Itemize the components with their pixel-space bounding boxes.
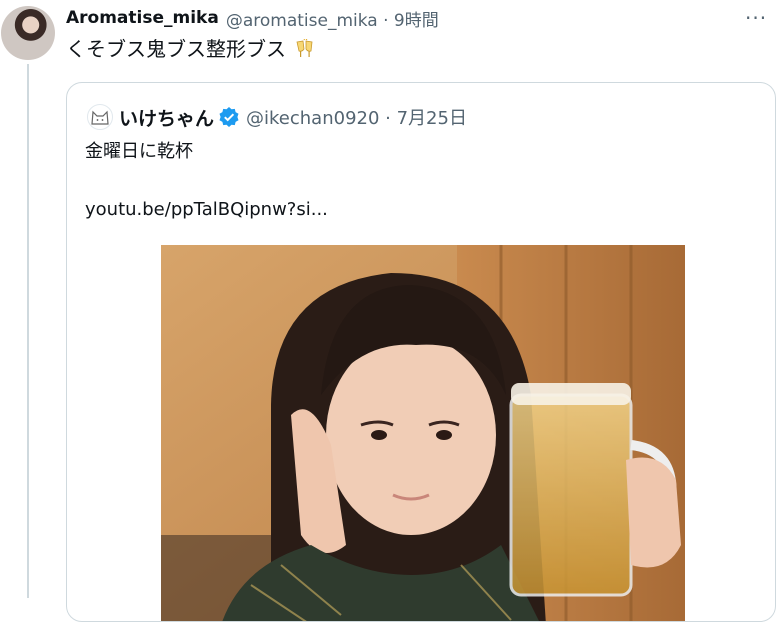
quoted-tweet-header: いけちゃん @ikechan0920 · 7月25日 bbox=[87, 103, 467, 131]
quoted-tweet-card[interactable]: いけちゃん @ikechan0920 · 7月25日 金曜日に乾杯 youtu.… bbox=[66, 82, 776, 622]
author-display-name[interactable]: Aromatise_mika bbox=[66, 8, 219, 28]
tweet-text-content: くそブス鬼ブス整形ブス bbox=[66, 37, 286, 61]
quoted-author-handle-time[interactable]: @ikechan0920 · 7月25日 bbox=[246, 104, 467, 130]
author-avatar[interactable] bbox=[1, 6, 55, 60]
quoted-author-display-name[interactable]: いけちゃん bbox=[119, 104, 214, 131]
more-options-icon[interactable]: ··· bbox=[745, 6, 767, 30]
verified-badge-icon bbox=[219, 107, 239, 127]
tweet-text: くそブス鬼ブス整形ブス bbox=[66, 36, 316, 62]
thread-connector-line bbox=[27, 64, 29, 598]
cat-icon bbox=[91, 110, 109, 125]
photo-illustration bbox=[161, 245, 685, 621]
quoted-tweet-text: 金曜日に乾杯 bbox=[85, 141, 193, 162]
quoted-author-avatar[interactable] bbox=[87, 104, 113, 130]
author-handle-time[interactable]: @aromatise_mika · 9時間 bbox=[226, 6, 439, 31]
quoted-tweet-link[interactable]: youtu.be/ppTalBQipnw?si... bbox=[85, 197, 328, 223]
quoted-tweet-photo[interactable] bbox=[161, 245, 685, 621]
tweet-header: Aromatise_mika @aromatise_mika · 9時間 bbox=[66, 6, 439, 31]
clinking-glasses-icon bbox=[296, 39, 313, 57]
